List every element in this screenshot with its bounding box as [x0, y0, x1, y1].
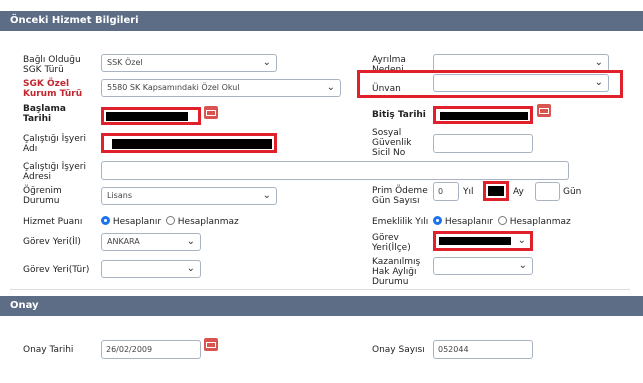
service-points-radio-nocalc[interactable]	[165, 216, 175, 225]
service-points-radio-group: Hesaplanır Hesaplanmaz	[101, 216, 239, 227]
chevron-down-icon: ⌄	[186, 236, 195, 247]
ssn-label: Sosyal Güvenlik Sicil No	[372, 128, 412, 158]
duty-district-label: Görev Yeri(İlçe)	[372, 233, 411, 253]
end-date-label: Bitiş Tarihi	[372, 110, 426, 120]
chevron-down-icon: ⌄	[594, 77, 603, 88]
year-label: Yıl	[463, 187, 474, 197]
chevron-down-icon: ⌄	[326, 82, 335, 93]
chevron-down-icon: ⌄	[262, 190, 271, 201]
service-points-opt1-label: Hesaplanır	[112, 217, 162, 227]
sgk-institution-value: 5580 SK Kapsamındaki Özel Okul	[107, 83, 240, 92]
redacted-value	[440, 112, 528, 120]
start-date-label: Başlama Tarihi	[23, 104, 66, 124]
redacted-value	[488, 186, 504, 196]
duty-type-label: Görev Yeri(Tür)	[23, 265, 90, 275]
chevron-down-icon: ⌄	[262, 57, 271, 68]
sgk-type-label: Bağlı Olduğu SGK Türü	[23, 55, 81, 75]
education-value: Lisans	[107, 191, 132, 200]
employer-name-input[interactable]	[101, 133, 277, 153]
premium-years-input[interactable]: 0	[433, 182, 459, 201]
retirement-year-radio-calc[interactable]	[433, 216, 442, 225]
chevron-down-icon: ⌄	[517, 235, 526, 246]
education-label: Öğrenim Durumu	[23, 186, 62, 206]
approval-date-label: Onay Tarihi	[23, 345, 74, 355]
end-date-input[interactable]	[433, 106, 533, 124]
premium-days-label: Prim Ödeme Gün Sayısı	[372, 186, 428, 206]
redacted-value	[112, 139, 272, 149]
premium-months-input[interactable]	[483, 181, 509, 201]
calendar-icon[interactable]	[204, 338, 218, 351]
service-points-radio-calc[interactable]	[101, 216, 110, 225]
title-label: Ünvan	[372, 84, 401, 94]
sgk-type-select[interactable]: SSK Özel ⌄	[101, 54, 277, 72]
chevron-down-icon: ⌄	[186, 263, 195, 274]
month-label: Ay	[513, 187, 524, 197]
retirement-year-opt1-label: Hesaplanır	[444, 217, 494, 227]
employer-address-input[interactable]	[101, 161, 569, 180]
section-header-previous-service: Önceki Hizmet Bilgileri	[0, 11, 643, 31]
approval-date-input[interactable]: 26/02/2009	[101, 340, 201, 359]
service-points-opt2-label: Hesaplanmaz	[177, 217, 239, 227]
earned-salary-select[interactable]: ⌄	[433, 257, 533, 275]
retirement-year-label: Emeklilik Yılı	[372, 217, 429, 227]
calendar-icon[interactable]	[204, 106, 218, 119]
premium-days-input[interactable]	[535, 182, 560, 201]
sgk-institution-label: SGK Özel Kurum Türü	[23, 79, 83, 99]
employer-address-label: Çalıştığı İşyeri Adresi	[23, 162, 86, 182]
duty-province-select[interactable]: ANKARA ⌄	[101, 233, 201, 251]
sgk-type-value: SSK Özel	[107, 58, 143, 67]
approval-number-label: Onay Sayısı	[372, 345, 425, 355]
education-select[interactable]: Lisans ⌄	[101, 187, 277, 205]
title-select[interactable]: ⌄	[433, 74, 609, 92]
chevron-down-icon: ⌄	[594, 57, 603, 68]
service-points-label: Hizmet Puanı	[23, 217, 83, 227]
approval-number-input[interactable]: 052044	[433, 340, 533, 359]
sgk-institution-select[interactable]: 5580 SK Kapsamındaki Özel Okul ⌄	[101, 79, 341, 97]
duty-district-select[interactable]: ⌄	[433, 231, 533, 251]
day-label: Gün	[563, 187, 582, 197]
duty-type-select[interactable]: ⌄	[101, 260, 201, 278]
redacted-value	[106, 112, 188, 121]
duty-province-value: ANKARA	[107, 237, 140, 246]
ssn-input[interactable]	[433, 134, 533, 153]
retirement-year-radio-group: Hesaplanır Hesaplanmaz	[433, 216, 571, 227]
chevron-down-icon: ⌄	[518, 260, 527, 271]
start-date-input[interactable]	[101, 107, 201, 125]
redacted-value	[439, 237, 511, 245]
employer-name-label: Çalıştığı İşyeri Adı	[23, 134, 86, 154]
calendar-icon[interactable]	[537, 104, 551, 117]
retirement-year-opt2-label: Hesaplanmaz	[509, 217, 571, 227]
retirement-year-radio-nocalc[interactable]	[497, 216, 507, 225]
duty-province-label: Görev Yeri(İl)	[23, 237, 81, 247]
earned-salary-label: Kazanılmış Hak Aylığı Durumu	[372, 257, 421, 287]
section-header-approval: Onay	[0, 296, 643, 316]
section-divider	[10, 289, 630, 290]
